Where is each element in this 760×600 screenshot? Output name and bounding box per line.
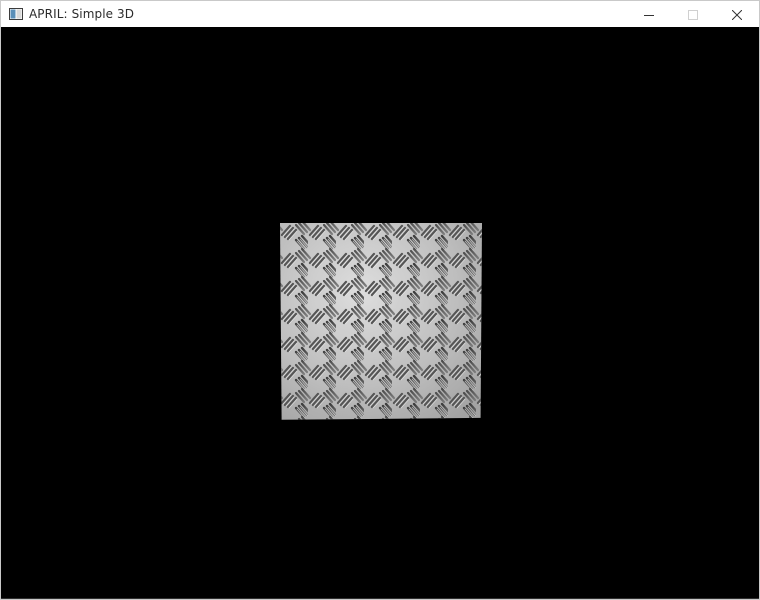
window-bottom-border: [1, 598, 759, 599]
window-title: APRIL: Simple 3D: [29, 7, 135, 21]
app-window-icon[interactable]: [8, 6, 24, 22]
diamond-plate-texture: [280, 223, 482, 420]
render-viewport[interactable]: [1, 28, 759, 599]
minimize-button[interactable]: [627, 1, 671, 27]
minimize-icon: [644, 5, 654, 24]
app-window: APRIL: Simple 3D: [0, 0, 760, 600]
maximize-icon: [688, 5, 698, 24]
window-controls: [627, 1, 759, 27]
close-button[interactable]: [715, 1, 759, 27]
title-bar[interactable]: APRIL: Simple 3D: [1, 1, 759, 27]
close-icon: [731, 5, 743, 24]
textured-quad: [280, 223, 482, 420]
maximize-button[interactable]: [671, 1, 715, 27]
